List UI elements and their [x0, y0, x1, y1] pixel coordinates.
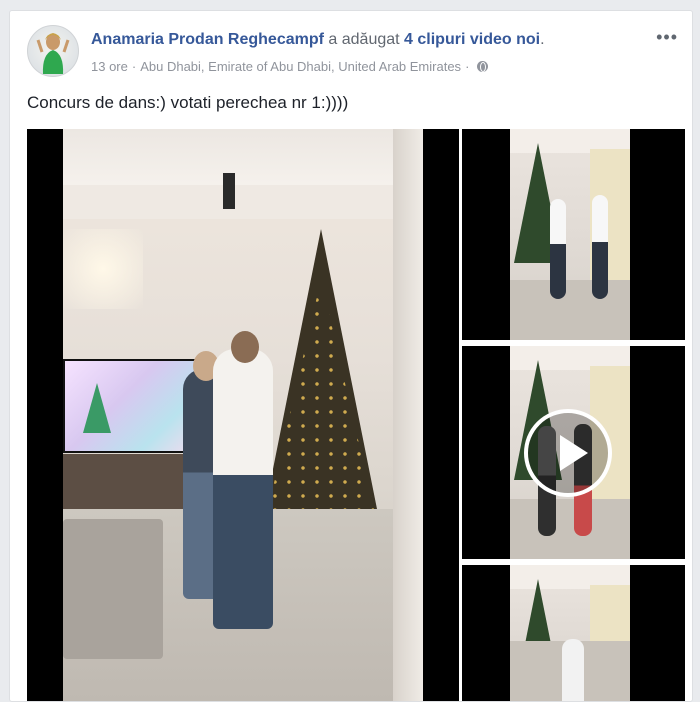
scene-pillar: [393, 129, 423, 701]
thumbnail-frame: [510, 129, 630, 340]
scene-ceiling: [63, 129, 423, 189]
video-thumbnail-3[interactable]: [462, 565, 685, 701]
post-action-text: a adăugat 4 clipuri video noi.: [328, 31, 544, 48]
media-grid: [27, 129, 685, 701]
scene-light: [63, 229, 143, 309]
meta-separator-2: ·: [465, 59, 470, 74]
meta-separator: ·: [131, 59, 137, 74]
post-header-line: Anamaria Prodan Reghecampf a adăugat 4 c…: [91, 31, 545, 49]
scene-dancer-man-head: [231, 331, 259, 363]
post-text: Concurs de dans:) votati perechea nr 1:)…: [27, 93, 349, 112]
scene-tv-image: [83, 383, 111, 433]
post-timestamp-link[interactable]: 13 ore: [91, 59, 128, 74]
action-suffix: .: [540, 31, 545, 48]
main-video[interactable]: [27, 129, 459, 701]
main-video-frame: [63, 129, 423, 701]
video-thumbnail-1[interactable]: [462, 129, 685, 340]
thumb-dancer-1: [562, 639, 584, 701]
post-meta: 13 ore · Abu Dhabi, Emirate of Abu Dhabi, …: [91, 59, 489, 74]
globe-icon[interactable]: [477, 61, 489, 72]
more-options-button[interactable]: •••: [656, 27, 678, 48]
thumbnail-frame: [510, 565, 630, 701]
thumb-floor: [510, 280, 630, 340]
post-card: Anamaria Prodan Reghecampf a adăugat 4 c…: [9, 10, 693, 702]
thumb-dancer-2: [592, 195, 608, 299]
post-location-link[interactable]: Abu Dhabi, Emirate of Abu Dhabi, United …: [140, 59, 461, 74]
play-icon[interactable]: [524, 409, 612, 497]
video-thumbnail-2[interactable]: [462, 346, 685, 559]
author-name-link[interactable]: Anamaria Prodan Reghecampf: [91, 31, 324, 48]
scene-lamp: [223, 173, 235, 209]
scene-sofa: [63, 519, 163, 659]
scene-beam: [63, 185, 423, 219]
author-avatar[interactable]: [27, 25, 79, 77]
avatar-portrait: [36, 33, 70, 74]
action-prefix: a adăugat: [328, 31, 400, 48]
thumb-floor: [510, 499, 630, 559]
thumb-dancer-1: [550, 199, 566, 299]
action-count-link[interactable]: 4 clipuri video noi: [404, 31, 540, 48]
scene-dancer-man: [213, 349, 273, 629]
